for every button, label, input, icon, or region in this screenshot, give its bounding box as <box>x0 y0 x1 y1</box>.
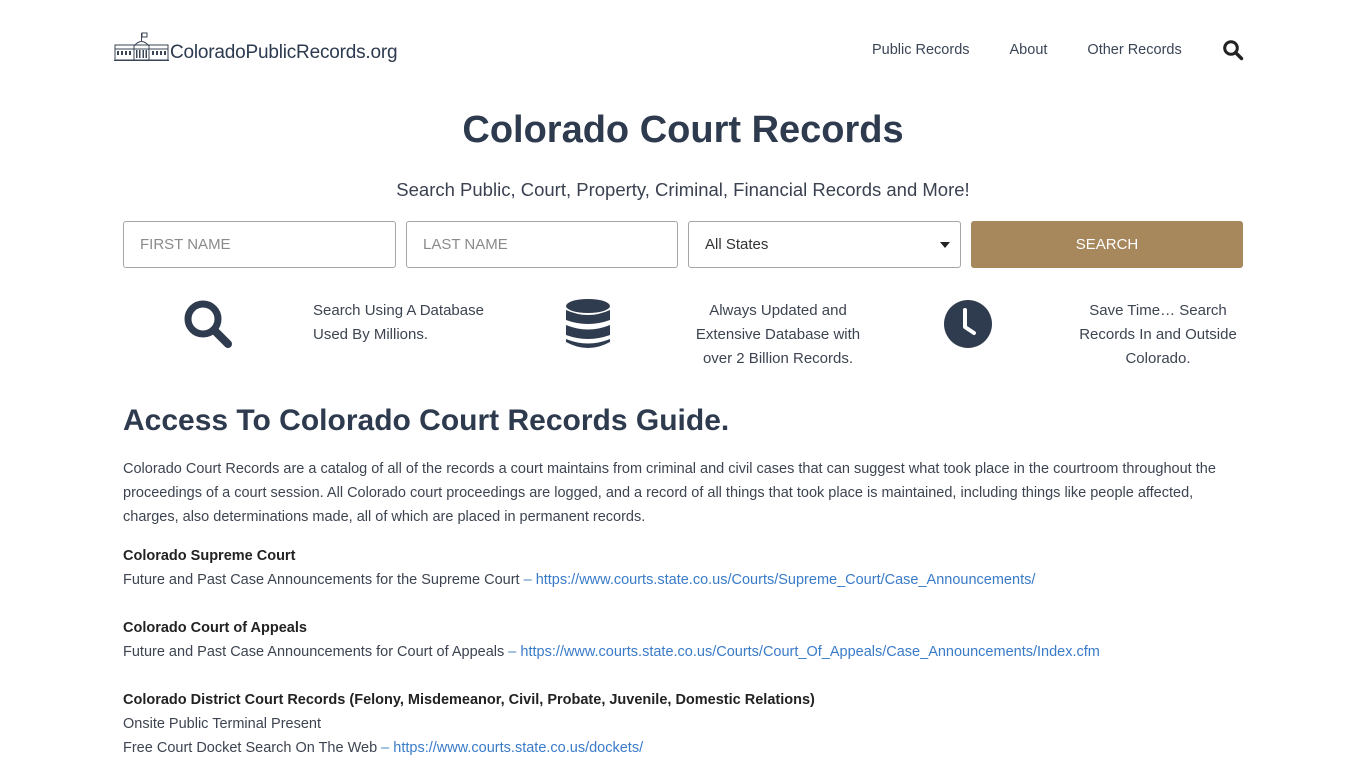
dockets-link[interactable]: https://www.courts.state.co.us/dockets/ <box>393 740 643 756</box>
section-title: Colorado District Court Records (Felony,… <box>123 692 815 708</box>
line-text: Onsite Public Terminal Present <box>123 716 321 732</box>
feature-text-database: Always Updated and Extensive Database wi… <box>680 299 876 371</box>
feature-line: Search Using A Database <box>313 302 484 319</box>
line-text: Future and Past Case Announcements for t… <box>123 572 520 588</box>
section-court-of-appeals: Colorado Court of Appeals Future and Pas… <box>123 616 1243 664</box>
capitol-building-icon <box>114 32 169 61</box>
caret-down-icon <box>940 242 950 248</box>
site-logo-text: ColoradoPublicRecords.org <box>170 42 398 63</box>
nav-about[interactable]: About <box>1010 40 1048 60</box>
section-title: Colorado Supreme Court <box>123 548 296 564</box>
feature-text-save-time: Save Time… Search Records In and Outside… <box>1062 299 1254 371</box>
search-icon[interactable] <box>1222 39 1244 61</box>
clock-icon <box>944 300 992 348</box>
court-of-appeals-link[interactable]: https://www.courts.state.co.us/Courts/Co… <box>520 644 1099 660</box>
feature-text-search: Search Using A Database Used By Millions… <box>313 299 513 347</box>
search-button[interactable]: SEARCH <box>971 221 1243 268</box>
main-nav: Public Records About Other Records <box>872 40 1182 60</box>
dash: – <box>377 740 394 756</box>
page-title: Colorado Court Records <box>462 109 904 151</box>
nav-other-records[interactable]: Other Records <box>1087 40 1181 60</box>
last-name-input[interactable] <box>406 221 678 268</box>
feature-line: over 2 Billion Records. <box>702 350 854 367</box>
line-text: Future and Past Case Announcements for C… <box>123 644 505 660</box>
section-supreme-court: Colorado Supreme Court Future and Past C… <box>123 544 1243 592</box>
feature-line: Extensive Database with <box>695 326 861 343</box>
nav-public-records[interactable]: Public Records <box>872 40 970 60</box>
database-icon <box>566 299 610 348</box>
line-text: Free Court Docket Search On The Web <box>123 740 378 756</box>
dash: – <box>519 572 536 588</box>
feature-line: Save Time… Search <box>1089 302 1227 319</box>
section-line: Future and Past Case Announcements for C… <box>123 640 1243 664</box>
dash: – <box>504 644 521 660</box>
section-line: Free Court Docket Search On The Web – ht… <box>123 736 1243 760</box>
guide-heading: Access To Colorado Court Records Guide. <box>123 404 730 437</box>
guide-intro: Colorado Court Records are a catalog of … <box>123 461 1216 525</box>
first-name-input[interactable] <box>123 221 396 268</box>
feature-line: Records In and Outside <box>1079 326 1237 343</box>
feature-line: Always Updated and <box>709 302 847 319</box>
site-header: ColoradoPublicRecords.org Public Records… <box>0 0 1366 100</box>
feature-line: Used By Millions. <box>313 326 429 343</box>
section-district-court: Colorado District Court Records (Felony,… <box>123 688 1243 760</box>
state-select[interactable]: All States <box>688 221 961 268</box>
site-logo[interactable]: ColoradoPublicRecords.org <box>114 32 398 63</box>
section-line: Future and Past Case Announcements for t… <box>123 568 1243 592</box>
state-select-value: All States <box>705 236 769 253</box>
section-title: Colorado Court of Appeals <box>123 620 307 636</box>
section-line: Onsite Public Terminal Present <box>123 712 1243 736</box>
search-icon <box>184 300 232 348</box>
supreme-court-link[interactable]: https://www.courts.state.co.us/Courts/Su… <box>536 572 1036 588</box>
feature-line: Colorado. <box>1125 350 1191 367</box>
page-subtitle: Search Public, Court, Property, Criminal… <box>396 179 970 200</box>
